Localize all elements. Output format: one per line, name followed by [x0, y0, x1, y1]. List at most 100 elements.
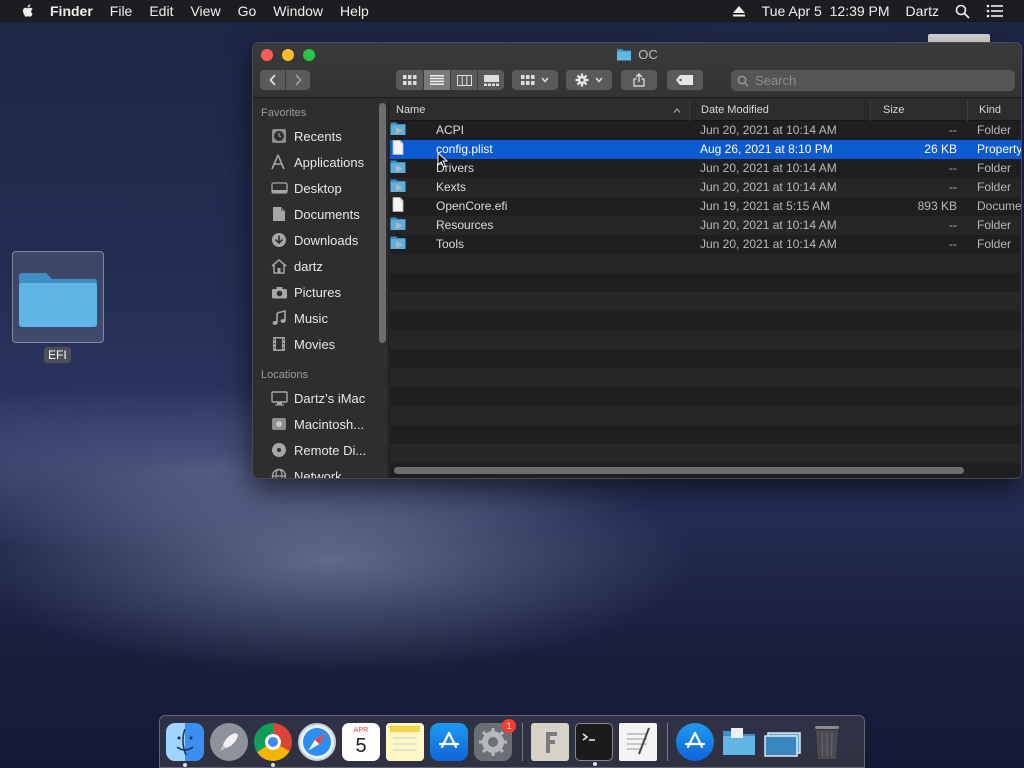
dock-calendar[interactable]: APR 5	[342, 722, 380, 761]
dock-system-preferences[interactable]: 1	[474, 718, 516, 761]
sidebar-item-remote-disc[interactable]: Remote Di...	[253, 437, 388, 463]
sidebar-item-home[interactable]: dartz	[253, 253, 388, 279]
font-book-icon	[546, 731, 557, 753]
action-menu-button[interactable]	[566, 70, 612, 90]
dock-terminal[interactable]	[575, 722, 613, 766]
column-header: Name Date Modified Size Kind	[390, 99, 1021, 121]
sidebar-item-recents[interactable]: Recents	[253, 123, 388, 149]
disclosure-triangle-icon[interactable]: ▶	[396, 178, 408, 197]
file-kind: Folder	[977, 161, 1012, 175]
empty-row	[390, 330, 1021, 349]
icon-view-button[interactable]	[396, 70, 423, 90]
dock-notes[interactable]	[386, 722, 424, 761]
menubar-user[interactable]: Dartz	[906, 3, 939, 19]
share-button[interactable]	[621, 70, 657, 90]
dock-separator	[667, 722, 668, 761]
empty-row	[390, 273, 1021, 292]
empty-row	[390, 444, 1021, 463]
forward-button[interactable]	[285, 70, 310, 90]
sidebar-heading-favorites: Favorites	[261, 107, 307, 119]
menu-window[interactable]: Window	[273, 3, 323, 19]
column-date[interactable]: Date Modified	[690, 99, 871, 121]
table-row[interactable]: ▶ Resources Jun 20, 2021 at 10:14 AM -- Fold…	[390, 216, 1021, 235]
menu-file[interactable]: File	[110, 3, 133, 19]
dock-app-store[interactable]	[430, 722, 468, 761]
apple-icon[interactable]	[20, 3, 36, 19]
sidebar-item-pictures[interactable]: Pictures	[253, 279, 388, 305]
dock-chrome[interactable]	[254, 722, 292, 767]
menu-go[interactable]: Go	[238, 3, 257, 19]
menu-app-name[interactable]: Finder	[50, 3, 93, 19]
sidebar-item-movies[interactable]: Movies	[253, 331, 388, 357]
dock-separator	[522, 722, 523, 761]
menu-view[interactable]: View	[190, 3, 220, 19]
dock-downloads-stack[interactable]	[764, 723, 802, 761]
disclosure-triangle-icon[interactable]: ▶	[396, 121, 408, 140]
table-row[interactable]: OpenCore.efi Jun 19, 2021 at 5:15 AM 893 K…	[390, 197, 1021, 216]
file-date-modified: Jun 20, 2021 at 10:14 AM	[700, 161, 837, 175]
sidebar-item-imac[interactable]: Dartz’s iMac	[253, 385, 388, 411]
notification-center-icon[interactable]	[986, 4, 1004, 18]
dock-documents-stack[interactable]	[720, 723, 758, 761]
sidebar-scrollbar[interactable]	[379, 103, 386, 343]
search-field[interactable]: Search	[731, 70, 1015, 91]
file-name: ACPI	[436, 123, 465, 137]
dock-font-book[interactable]	[531, 722, 569, 761]
disclosure-triangle-icon[interactable]: ▶	[396, 235, 408, 254]
sidebar-item-desktop[interactable]: Desktop	[253, 175, 388, 201]
table-row[interactable]: ▶ Drivers Jun 20, 2021 at 10:14 AM -- Folder	[390, 159, 1021, 178]
sidebar-item-macintosh-hd[interactable]: Macintosh...	[253, 411, 388, 437]
tags-button[interactable]	[667, 70, 703, 90]
desktop-efi-label[interactable]: EFI	[44, 347, 71, 363]
column-kind[interactable]: Kind	[968, 99, 1021, 121]
dock-safari[interactable]	[298, 722, 336, 761]
chevron-right-icon	[295, 74, 302, 86]
table-row[interactable]: ▶ Kexts Jun 20, 2021 at 10:14 AM -- Folder	[390, 178, 1021, 197]
desktop-item-partial[interactable]	[928, 34, 990, 42]
clock-icon	[272, 129, 286, 143]
file-kind: Folder	[977, 237, 1012, 251]
horizontal-scrollbar[interactable]	[394, 467, 964, 474]
table-row[interactable]: ▶ Tools Jun 20, 2021 at 10:14 AM -- Folder	[390, 235, 1021, 254]
eject-icon[interactable]	[732, 5, 746, 17]
sidebar-item-label: Pictures	[294, 284, 341, 300]
gallery-view-button[interactable]	[477, 70, 504, 90]
column-view-button[interactable]	[450, 70, 477, 90]
app-store-icon	[684, 731, 706, 748]
disclosure-triangle-icon[interactable]: ▶	[396, 216, 408, 235]
desktop-efi-folder[interactable]	[12, 251, 104, 343]
sidebar-item-documents[interactable]: Documents	[253, 201, 388, 227]
table-row[interactable]: ▶ ACPI Jun 20, 2021 at 10:14 AM -- Folder	[390, 121, 1021, 140]
documents-icon	[273, 207, 285, 221]
dock-trash[interactable]	[808, 723, 846, 761]
disclosure-triangle-icon[interactable]: ▶	[396, 159, 408, 178]
sidebar-item-label: Remote Di...	[294, 442, 367, 458]
window-title: OC	[253, 47, 1021, 62]
sidebar-item-label: Music	[294, 310, 328, 326]
file-date-modified: Jun 20, 2021 at 10:14 AM	[700, 218, 837, 232]
sidebar-item-music[interactable]: Music	[253, 305, 388, 331]
file-kind: Folder	[977, 123, 1012, 137]
menu-edit[interactable]: Edit	[149, 3, 173, 19]
sidebar-item-applications[interactable]: Applications	[253, 149, 388, 175]
dock-launchpad[interactable]	[210, 722, 248, 761]
calendar-month: APR	[353, 727, 369, 734]
finder-window: OC Search Favorites Recents Applications…	[252, 42, 1022, 479]
sidebar-item-network[interactable]: Network	[253, 463, 388, 478]
back-button[interactable]	[260, 70, 285, 90]
list-view-button[interactable]	[423, 70, 450, 90]
group-by-button[interactable]	[512, 70, 558, 90]
dock-textedit[interactable]	[619, 722, 657, 761]
file-size: --	[949, 123, 957, 137]
sidebar-item-downloads[interactable]: Downloads	[253, 227, 388, 253]
folder-icon	[617, 49, 632, 61]
dock-finder[interactable]	[166, 722, 204, 767]
column-size[interactable]: Size	[871, 99, 968, 121]
dock-app-store-downloads[interactable]	[676, 722, 714, 761]
sidebar-item-label: Downloads	[294, 232, 359, 248]
menu-help[interactable]: Help	[340, 3, 369, 19]
spotlight-icon[interactable]	[955, 4, 970, 19]
table-row[interactable]: config.plist Aug 26, 2021 at 8:10 PM 26 KB…	[390, 140, 1021, 159]
column-name[interactable]: Name	[390, 99, 690, 121]
menubar-clock[interactable]: Tue Apr 5 12:39 PM	[762, 3, 890, 19]
